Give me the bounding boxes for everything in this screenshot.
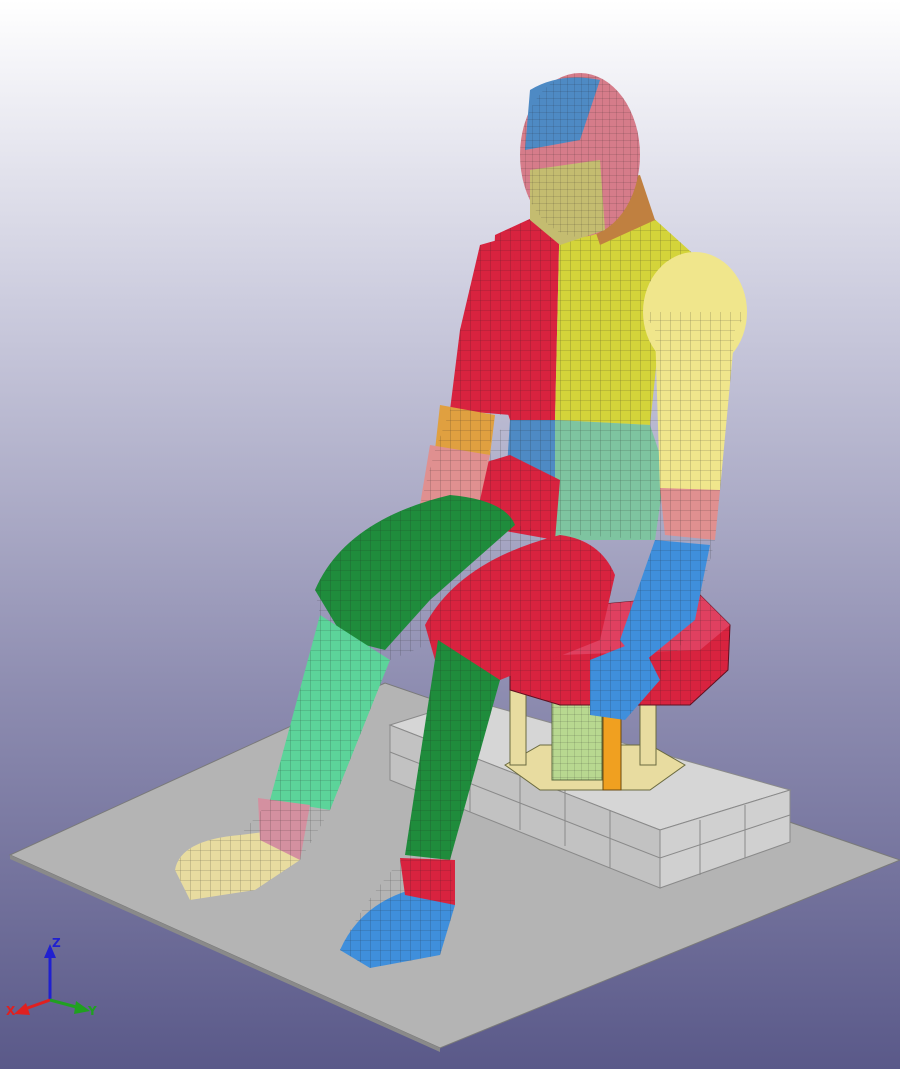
head-mesh	[520, 73, 640, 237]
seat-post	[602, 714, 622, 791]
x-axis-label: X	[6, 1004, 16, 1018]
y-axis-label: Y	[88, 1004, 97, 1018]
z-axis-label: Z	[52, 936, 61, 950]
graphics-viewport[interactable]: Z X Y	[0, 0, 900, 1069]
x-axis-arrow	[14, 1003, 30, 1015]
coordinate-triad: Z X Y	[0, 930, 110, 1030]
fe-model-scene[interactable]	[0, 0, 900, 1069]
